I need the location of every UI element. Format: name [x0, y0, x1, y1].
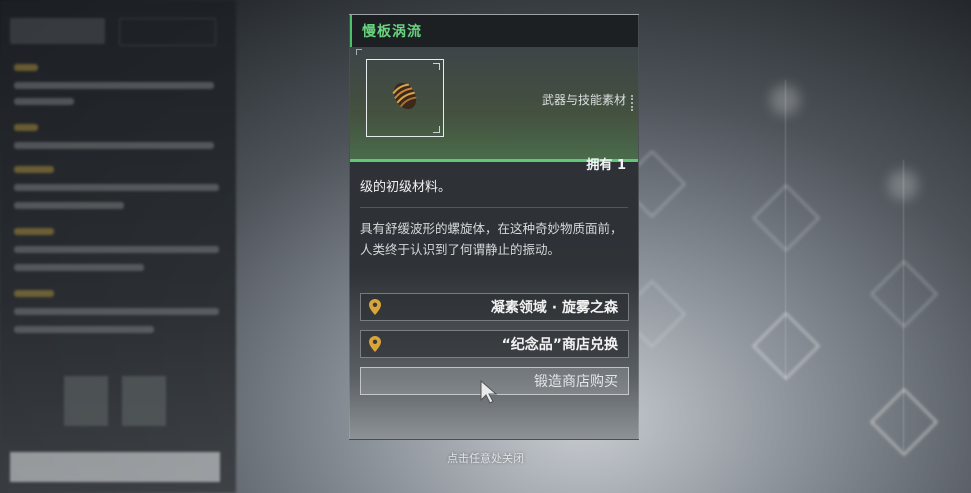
item-header: 武器与技能素材 拥有 1: [350, 47, 638, 173]
background-text: [14, 290, 54, 297]
frame-corner: [433, 126, 440, 133]
corner-mark: [356, 49, 362, 55]
background-text: [14, 184, 219, 191]
grip-handle: [631, 95, 635, 111]
source-label: 锻造商店购买: [534, 374, 618, 390]
background-slot: [64, 376, 108, 426]
background-tabs: [10, 18, 216, 46]
spiral-material-icon: [392, 82, 417, 110]
background-text: [14, 308, 219, 315]
source-label: “纪念品”商店兑换: [501, 337, 618, 353]
background-slot: [122, 376, 166, 426]
background-text: [14, 264, 144, 271]
background-node: [870, 388, 938, 456]
mouse-cursor-icon: [480, 380, 498, 404]
background-text: [14, 228, 54, 235]
background-glow: [888, 170, 918, 200]
background-text: [14, 142, 214, 149]
background-text: [14, 82, 214, 89]
source-button-domain[interactable]: 凝素领域 · 旋雾之森: [360, 293, 629, 321]
background-node: [752, 312, 820, 380]
background-node: [870, 260, 938, 328]
source-button-shop-exchange[interactable]: “纪念品”商店兑换: [360, 330, 629, 358]
location-pin-icon: [369, 336, 381, 352]
background-text: [14, 64, 38, 71]
background-tab: [10, 18, 105, 44]
background-node: [752, 184, 820, 252]
item-title-bar: 慢板涡流: [350, 15, 638, 47]
background-glow: [770, 85, 800, 115]
item-name: 慢板涡流: [362, 24, 422, 40]
item-icon-frame: [366, 59, 444, 137]
item-detail-card: 慢板涡流 武器与技能素材 拥有 1 级的初级材料。 具有舒缓波形的螺旋体，在这种…: [349, 14, 639, 440]
frame-corner: [433, 63, 440, 70]
source-label: 凝素领域 · 旋雾之森: [490, 300, 618, 316]
background-text: [14, 246, 219, 253]
background-text: [14, 166, 54, 173]
background-tab: [119, 18, 216, 46]
item-flavor-text: 具有舒缓波形的螺旋体，在这种奇妙物质面前，人类终于认识到了何谓静止的振动。: [360, 221, 623, 257]
background-text: [14, 98, 74, 105]
background-left-panel: [0, 0, 236, 493]
owned-count: 拥有 1: [586, 158, 626, 173]
background-text: [14, 326, 154, 333]
location-pin-icon: [369, 299, 381, 315]
background-text: [14, 202, 124, 209]
background-text: [14, 124, 38, 131]
item-category: 武器与技能素材: [541, 93, 626, 107]
close-hint: 点击任意处关闭: [447, 452, 524, 465]
